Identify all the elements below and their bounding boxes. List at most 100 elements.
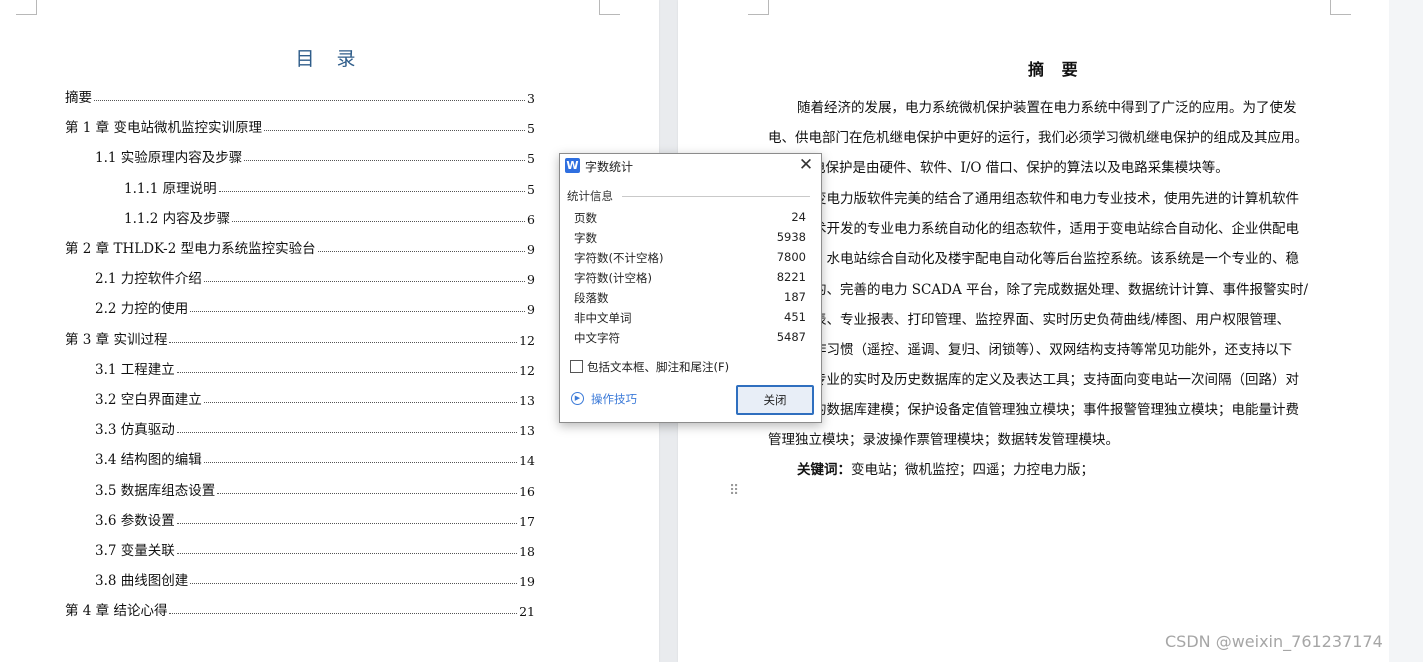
toc-entry-page: 5	[527, 121, 535, 136]
toc-entry-page: 9	[527, 242, 535, 257]
stat-value: 24	[791, 210, 806, 224]
toc-entry-page: 14	[519, 453, 535, 468]
stat-row: 段落数 187	[574, 290, 806, 308]
toc-leader	[263, 130, 526, 131]
stat-value: 5487	[776, 330, 806, 344]
toc-entry[interactable]: 1.1.1 原理说明 5	[124, 177, 535, 197]
abstract-line: 专业的实时及历史数据库的定义及表达工具；支持面向变电站一次间隔（回路）对	[813, 372, 1299, 388]
toc-leader	[190, 311, 526, 312]
document-workspace: 目 录 摘要 3 第 1 章 变电站微机监控实训原理 5 1.1 实验原理内容及步骤…	[0, 0, 1423, 662]
toc-entry[interactable]: 3.5 数据库组态设置 16	[95, 479, 535, 499]
toc-entry-label: 3.2 空白界面建立	[95, 392, 202, 408]
toc-entry-label: 第 2 章 THLDK-2 型电力系统监控实验台	[65, 241, 316, 257]
stat-value: 451	[784, 310, 806, 324]
toc-entry-page: 17	[519, 514, 535, 529]
abstract-line: 变电力版软件完美的结合了通用组态软件和电力专业技术，使用先进的计算机软件	[813, 191, 1299, 207]
toc-entry-page: 9	[527, 272, 535, 287]
toc-entry[interactable]: 3.1 工程建立 12	[95, 358, 535, 378]
section-divider	[622, 196, 810, 197]
tips-link[interactable]: 操作技巧	[591, 391, 637, 407]
abstract-title: 摘 要	[1028, 60, 1084, 79]
toc-entry-label: 3.1 工程建立	[95, 362, 175, 378]
stat-name: 中文字符	[574, 331, 620, 345]
toc-entry[interactable]: 1.1 实验原理内容及步骤 5	[95, 146, 535, 166]
toc-entry[interactable]: 摘要 3	[65, 86, 535, 106]
watermark: CSDN @weixin_761237174	[1165, 632, 1383, 651]
drag-handle-icon[interactable]: ⠿	[729, 484, 739, 498]
stat-row: 字数 5938	[574, 230, 806, 248]
toc-title: 目 录	[295, 48, 364, 70]
stat-name: 非中文单词	[574, 311, 632, 325]
toc-entry-label: 第 4 章 结论心得	[65, 603, 168, 619]
dialog-titlebar[interactable]: W 字数统计 ✕	[560, 154, 821, 178]
toc-entry[interactable]: 2.2 力控的使用 9	[95, 297, 535, 317]
toc-entry-label: 2.2 力控的使用	[95, 301, 189, 317]
toc-entry-label: 3.6 参数设置	[95, 513, 175, 529]
stats-section-label: 统计信息	[567, 189, 613, 203]
toc-entry[interactable]: 3.2 空白界面建立 13	[95, 388, 535, 408]
toc-entry-label: 1.1.2 内容及步骤	[124, 211, 231, 227]
close-button[interactable]: 关闭	[736, 385, 814, 415]
play-icon[interactable]: ▶	[571, 392, 584, 405]
dialog-title: 字数统计	[585, 160, 634, 174]
toc-entry-page: 12	[519, 333, 535, 348]
stat-name: 段落数	[574, 291, 609, 305]
close-icon[interactable]: ✕	[797, 156, 815, 174]
toc-leader	[217, 493, 518, 494]
toc-leader	[244, 160, 526, 161]
toc-leader	[218, 191, 526, 192]
toc-entry-page: 9	[527, 302, 535, 317]
toc-entry-page: 12	[519, 363, 535, 378]
stat-row: 字符数(不计空格) 7800	[574, 250, 806, 268]
toc-entry[interactable]: 3.8 曲线图创建 19	[95, 569, 535, 589]
toc-entry[interactable]: 3.7 变量关联 18	[95, 539, 535, 559]
stat-value: 8221	[776, 270, 806, 284]
abstract-line: 电、供电部门在危机继电保护中更好的运行，我们必须学习微机继电保护的组成及其应用。	[768, 130, 1308, 146]
toc-leader	[169, 613, 518, 614]
include-textbox-checkbox[interactable]	[570, 360, 583, 373]
toc-entry[interactable]: 3.3 仿真驱动 13	[95, 418, 535, 438]
toc-entry[interactable]: 2.1 力控软件介绍 9	[95, 267, 535, 287]
toc-leader	[190, 583, 518, 584]
include-textbox-label[interactable]: 包括文本框、脚注和尾注(F)	[587, 359, 729, 375]
toc-entry-page: 3	[527, 91, 535, 106]
toc-entry-page: 13	[519, 393, 535, 408]
keywords-label: 关键词：	[797, 462, 851, 478]
stat-row: 页数 24	[574, 210, 806, 228]
toc-entry-label: 1.1.1 原理说明	[124, 181, 217, 197]
abstract-line: 管理独立模块；录波操作票管理模块；数据转发管理模块。	[768, 432, 1119, 448]
stat-name: 页数	[574, 211, 597, 225]
toc-leader	[176, 372, 518, 373]
abstract-line: 表、专业报表、打印管理、监控界面、实时历史负荷曲线/棒图、用户权限管理、	[813, 312, 1291, 328]
toc-entry-label: 3.5 数据库组态设置	[95, 483, 216, 499]
toc-entry-page: 5	[527, 182, 535, 197]
abstract-line: 的、完善的电力 SCADA 平台，除了完成数据处理、数据统计计算、事件报警实时/	[813, 282, 1309, 298]
abstract-line: 随着经济的发展，电力系统微机保护装置在电力系统中得到了广泛的应用。为了使发	[797, 100, 1297, 116]
toc-entry[interactable]: 第 1 章 变电站微机监控实训原理 5	[65, 116, 535, 136]
toc-entry-page: 21	[519, 604, 535, 619]
stat-value: 7800	[776, 250, 806, 264]
keywords-text: 变电站；微机监控；四遥；力控电力版；	[851, 462, 1094, 478]
stat-row: 非中文单词 451	[574, 310, 806, 328]
toc-entry[interactable]: 1.1.2 内容及步骤 6	[124, 207, 535, 227]
stat-value: 5938	[776, 230, 806, 244]
toc-leader	[176, 523, 518, 524]
toc-entry-label: 3.8 曲线图创建	[95, 573, 189, 589]
toc-leader	[176, 432, 518, 433]
toc-entry-label: 3.7 变量关联	[95, 543, 175, 559]
abstract-line: 、水电站综合自动化及楼宇配电自动化等后台监控系统。该系统是一个专业的、稳	[813, 251, 1299, 267]
toc-entry[interactable]: 3.6 参数设置 17	[95, 509, 535, 529]
toc-entry-label: 3.4 结构图的编辑	[95, 452, 202, 468]
toc-entry[interactable]: 第 4 章 结论心得 21	[65, 599, 535, 619]
toc-entry[interactable]: 第 2 章 THLDK-2 型电力系统监控实验台 9	[65, 237, 535, 257]
toc-entry[interactable]: 3.4 结构图的编辑 14	[95, 448, 535, 468]
toc-leader	[176, 553, 518, 554]
crop-mark	[1330, 0, 1351, 15]
toc-entry-page: 13	[519, 423, 535, 438]
scroll-gutter	[1389, 0, 1423, 662]
word-count-dialog: W 字数统计 ✕ 统计信息 页数 24 字数 5938 字符数(不计空格) 78…	[559, 153, 822, 423]
toc-entry-page: 5	[527, 151, 535, 166]
toc-entry[interactable]: 第 3 章 实训过程 12	[65, 328, 535, 348]
stat-row: 中文字符 5487	[574, 330, 806, 348]
crop-mark	[16, 0, 37, 15]
